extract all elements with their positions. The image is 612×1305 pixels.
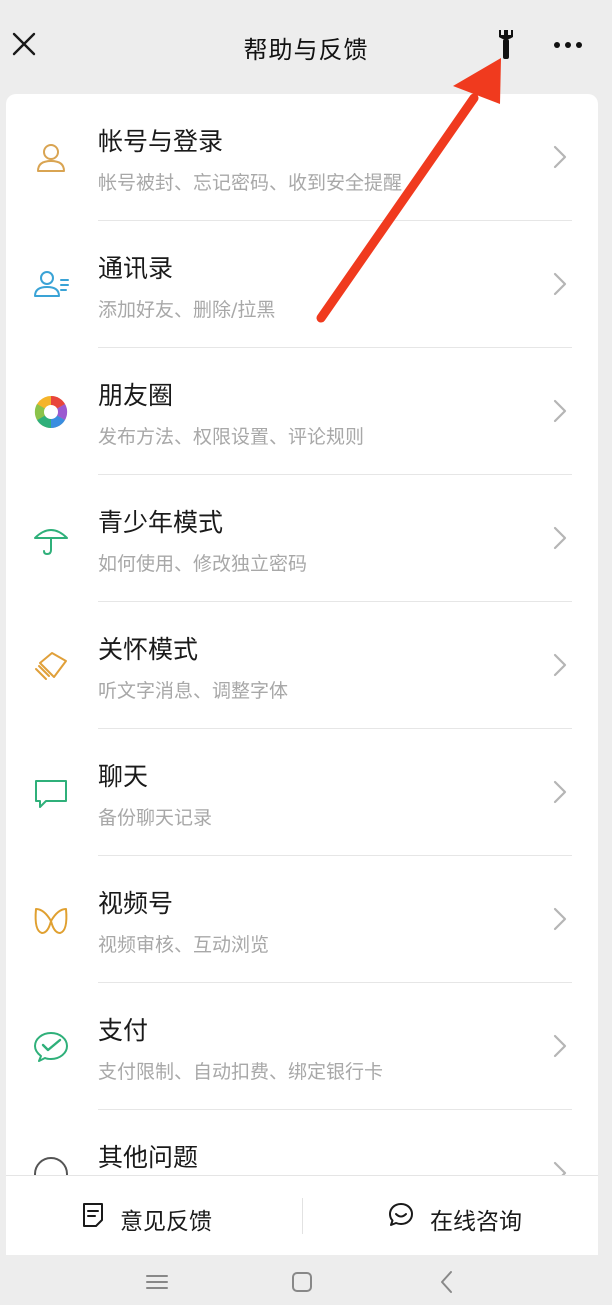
topic-title: 视频号 <box>98 889 174 918</box>
tools-button[interactable] <box>492 26 520 62</box>
help-topics-card: 帐号与登录 帐号被封、忘记密码、收到安全提醒 通讯录 添加好友、删除/拉黑 朋友… <box>6 94 598 1175</box>
topic-title: 青少年模式 <box>98 508 224 537</box>
topic-subtitle: 如何使用、修改独立密码 <box>98 553 308 575</box>
consult-label: 在线咨询 <box>430 1209 522 1235</box>
channels-icon <box>34 908 68 934</box>
umbrella-icon <box>34 529 68 556</box>
moments-icon <box>34 395 68 429</box>
topic-care-mode[interactable]: 关怀模式 听文字消息、调整字体 <box>6 602 598 729</box>
system-nav-bar <box>0 1255 612 1305</box>
other-icon <box>34 1157 68 1175</box>
topic-subtitle: 备份聊天记录 <box>98 807 213 829</box>
topic-subtitle: 听文字消息、调整字体 <box>98 680 289 702</box>
topic-channels[interactable]: 视频号 视频审核、互动浏览 <box>6 856 598 983</box>
chevron-right-icon <box>553 526 567 550</box>
chevron-right-icon <box>553 1034 567 1058</box>
back-chevron-icon <box>441 1271 452 1293</box>
topic-title: 支付 <box>98 1016 149 1045</box>
topic-title: 通讯录 <box>98 254 174 283</box>
topic-subtitle: 帐号被封、忘记密码、收到安全提醒 <box>98 172 403 194</box>
chat-icon <box>35 780 67 808</box>
close-button[interactable] <box>8 28 40 60</box>
help-feedback-screen: 帮助与反馈 帐号与登录 帐号被封、忘记密码、收到安全提醒 通讯录 添加好友、删除… <box>0 0 612 1305</box>
topic-subtitle: 支付限制、自动扣费、绑定银行卡 <box>98 1061 384 1083</box>
topic-pay[interactable]: 支付 支付限制、自动扣费、绑定银行卡 <box>6 983 598 1110</box>
chevron-right-icon <box>553 145 567 169</box>
header-bar: 帮助与反馈 <box>0 0 612 90</box>
topic-title: 朋友圈 <box>98 381 174 410</box>
user-icon <box>37 144 65 172</box>
contacts-icon <box>34 271 69 297</box>
topic-title: 聊天 <box>98 762 149 791</box>
close-icon <box>12 32 36 56</box>
chevron-right-icon <box>553 399 567 423</box>
menu-icon <box>146 1275 168 1289</box>
topic-other[interactable]: 其他问题 <box>6 1110 598 1175</box>
topic-subtitle: 发布方法、权限设置、评论规则 <box>98 426 365 448</box>
feedback-button[interactable]: 意见反馈 <box>6 1176 302 1256</box>
chevron-right-icon <box>553 272 567 296</box>
topic-moments[interactable]: 朋友圈 发布方法、权限设置、评论规则 <box>6 348 598 475</box>
topic-subtitle: 视频审核、互动浏览 <box>98 934 270 956</box>
nav-back-button[interactable] <box>432 1267 462 1297</box>
document-icon <box>83 1203 103 1227</box>
topic-title: 其他问题 <box>98 1143 199 1172</box>
chat-bubble-icon <box>389 1203 413 1226</box>
nav-home-button[interactable] <box>287 1267 317 1297</box>
topic-title: 关怀模式 <box>98 635 199 664</box>
pay-icon <box>34 1032 68 1062</box>
chevron-right-icon <box>553 907 567 931</box>
online-consult-button[interactable]: 在线咨询 <box>302 1176 598 1256</box>
topic-chat[interactable]: 聊天 备份聊天记录 <box>6 729 598 856</box>
home-square-icon <box>292 1272 312 1292</box>
chevron-right-icon <box>553 1161 567 1175</box>
bottom-action-bar: 意见反馈 在线咨询 <box>6 1175 598 1255</box>
feedback-label: 意见反馈 <box>120 1209 212 1235</box>
topic-account-login[interactable]: 帐号与登录 帐号被封、忘记密码、收到安全提醒 <box>6 94 598 221</box>
page-title: 帮助与反馈 <box>243 36 369 64</box>
topic-contacts[interactable]: 通讯录 添加好友、删除/拉黑 <box>6 221 598 348</box>
care-icon <box>35 652 67 680</box>
wrench-icon <box>499 30 513 59</box>
more-button[interactable] <box>548 30 588 60</box>
topic-subtitle: 添加好友、删除/拉黑 <box>98 299 276 321</box>
topic-title: 帐号与登录 <box>98 127 224 156</box>
topic-youth-mode[interactable]: 青少年模式 如何使用、修改独立密码 <box>6 475 598 602</box>
nav-menu-button[interactable] <box>142 1267 172 1297</box>
chevron-right-icon <box>553 780 567 804</box>
more-icon <box>554 42 582 48</box>
chevron-right-icon <box>553 653 567 677</box>
